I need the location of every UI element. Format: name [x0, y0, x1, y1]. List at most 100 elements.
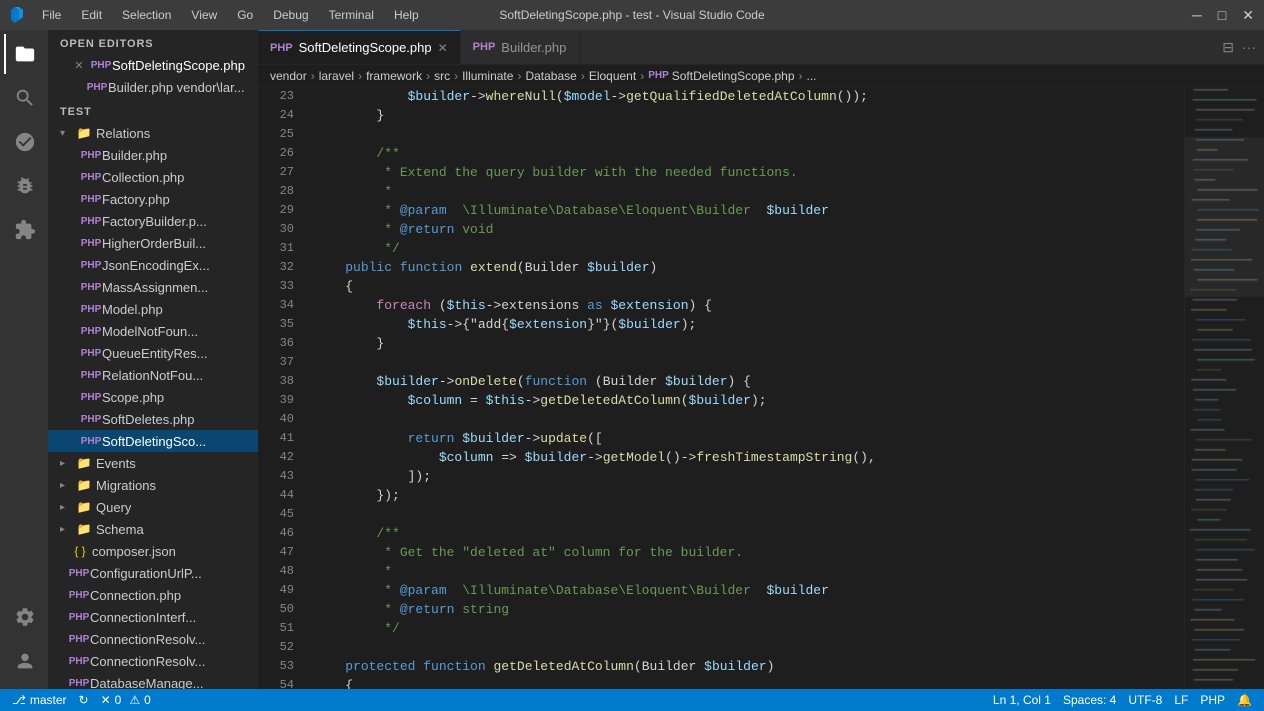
activity-extensions[interactable] — [4, 210, 44, 250]
file-higherorder[interactable]: PHP HigherOrderBuil... — [48, 232, 258, 254]
chevron-right-icon: ▸ — [60, 524, 72, 535]
close-icon[interactable]: ✕ — [72, 59, 86, 72]
file-factorybuilder[interactable]: PHP FactoryBuilder.p... — [48, 210, 258, 232]
breadcrumb-vendor[interactable]: vendor — [270, 69, 307, 83]
activity-search[interactable] — [4, 78, 44, 118]
spaces-text: Spaces: 4 — [1063, 693, 1116, 707]
code-content[interactable]: $builder->whereNull($model->getQualified… — [306, 87, 1184, 689]
file-composer[interactable]: { } composer.json — [48, 540, 258, 562]
open-editor-softdeleting[interactable]: ✕ PHP SoftDeletingScope.php — [48, 54, 258, 76]
breadcrumb-file[interactable]: PHP SoftDeletingScope.php — [648, 69, 794, 83]
file-connectioninterf[interactable]: PHP ConnectionInterf... — [48, 606, 258, 628]
file-softdeletes[interactable]: PHP SoftDeletes.php — [48, 408, 258, 430]
file-softdeletingscope[interactable]: PHP SoftDeletingSco... — [48, 430, 258, 452]
code-line: { — [314, 676, 1176, 689]
notifications-bell[interactable]: 🔔 — [1237, 693, 1252, 707]
file-connectionresolv2[interactable]: PHP ConnectionResolv... — [48, 650, 258, 672]
breadcrumb-database[interactable]: Database — [525, 69, 576, 83]
breadcrumb-src[interactable]: src — [434, 69, 450, 83]
folder-schema[interactable]: ▸ 📁 Schema — [48, 518, 258, 540]
error-count: 0 — [115, 693, 122, 707]
folder-relations[interactable]: ▾ 📁 Relations — [48, 122, 258, 144]
file-label: DatabaseManage... — [90, 676, 203, 690]
menu-terminal[interactable]: Terminal — [321, 6, 382, 24]
php-icon: PHP — [84, 390, 98, 404]
tab-softdeletingscope[interactable]: PHP SoftDeletingScope.php ✕ — [258, 30, 461, 64]
breadcrumb-framework[interactable]: framework — [366, 69, 422, 83]
file-factory[interactable]: PHP Factory.php — [48, 188, 258, 210]
breadcrumb-sep: › — [358, 69, 362, 83]
status-right: Ln 1, Col 1 Spaces: 4 UTF-8 LF PHP 🔔 — [993, 693, 1252, 707]
eol[interactable]: LF — [1174, 693, 1188, 707]
breadcrumb-eloquent[interactable]: Eloquent — [589, 69, 636, 83]
git-branch[interactable]: ⎇ master — [12, 693, 67, 707]
more-actions-icon[interactable]: ··· — [1242, 39, 1256, 55]
file-connection[interactable]: PHP Connection.php — [48, 584, 258, 606]
activity-debug[interactable] — [4, 166, 44, 206]
menu-go[interactable]: Go — [229, 6, 261, 24]
tab-empty-space — [581, 30, 1215, 64]
menu-debug[interactable]: Debug — [265, 6, 316, 24]
file-builder[interactable]: PHP Builder.php — [48, 144, 258, 166]
indentation[interactable]: Spaces: 4 — [1063, 693, 1116, 707]
code-line: }); — [314, 486, 1176, 505]
open-editor-builder[interactable]: PHP Builder.php vendor\lar... — [48, 76, 258, 98]
folder-migrations[interactable]: ▸ 📁 Migrations — [48, 474, 258, 496]
folder-query[interactable]: ▸ 📁 Query — [48, 496, 258, 518]
activity-account[interactable] — [4, 641, 44, 681]
file-jsonencoding[interactable]: PHP JsonEncodingEx... — [48, 254, 258, 276]
cursor-position[interactable]: Ln 1, Col 1 — [993, 693, 1051, 707]
tab-label: SoftDeletingScope.php — [299, 40, 432, 55]
file-model[interactable]: PHP Model.php — [48, 298, 258, 320]
file-databasemanage[interactable]: PHP DatabaseManage... — [48, 672, 258, 689]
file-massassignment[interactable]: PHP MassAssignmen... — [48, 276, 258, 298]
file-queueentity[interactable]: PHP QueueEntityRes... — [48, 342, 258, 364]
php-icon: PHP — [84, 368, 98, 382]
language-text: PHP — [1200, 693, 1225, 707]
line-numbers: 2324252627282930313233343536373839404142… — [258, 87, 306, 689]
code-line: $column => $builder->getModel()->freshTi… — [314, 448, 1176, 467]
minimize-button[interactable]: ─ — [1192, 7, 1202, 24]
git-icon: ⎇ — [12, 693, 26, 707]
breadcrumb-laravel[interactable]: laravel — [319, 69, 354, 83]
code-line: * @param \Illuminate\Database\Eloquent\B… — [314, 201, 1176, 220]
menu-file[interactable]: File — [34, 6, 69, 24]
json-icon: { } — [72, 543, 88, 559]
status-bar: ⎇ master ↻ ✕ 0 ⚠ 0 Ln 1, Col 1 Spaces: 4… — [0, 689, 1264, 711]
breadcrumb-sep: › — [517, 69, 521, 83]
tab-builder[interactable]: PHP Builder.php — [461, 30, 581, 64]
breadcrumb-sep: › — [581, 69, 585, 83]
breadcrumb-sep: › — [799, 69, 803, 83]
split-editor-icon[interactable]: ⊟ — [1222, 39, 1234, 56]
php-icon: PHP — [84, 434, 98, 448]
errors-status[interactable]: ✕ 0 ⚠ 0 — [101, 693, 151, 707]
tab-close-icon[interactable]: ✕ — [438, 41, 448, 55]
menu-view[interactable]: View — [183, 6, 225, 24]
activity-explorer[interactable] — [4, 34, 44, 74]
sync-icon-status[interactable]: ↻ — [79, 693, 89, 707]
sync-icon: ↻ — [79, 693, 89, 707]
menu-help[interactable]: Help — [386, 6, 427, 24]
folder-events[interactable]: ▸ 📁 Events — [48, 452, 258, 474]
code-line: $column = $this->getDeletedAtColumn($bui… — [314, 391, 1176, 410]
language-mode[interactable]: PHP — [1200, 693, 1225, 707]
file-scope[interactable]: PHP Scope.php — [48, 386, 258, 408]
file-label: SoftDeletingSco... — [102, 434, 206, 449]
breadcrumb-more[interactable]: ... — [807, 69, 817, 83]
activity-settings[interactable] — [4, 597, 44, 637]
menu-edit[interactable]: Edit — [73, 6, 110, 24]
file-configurl[interactable]: PHP ConfigurationUrlP... — [48, 562, 258, 584]
close-button[interactable]: ✕ — [1242, 7, 1254, 24]
activity-git[interactable] — [4, 122, 44, 162]
encoding[interactable]: UTF-8 — [1128, 693, 1162, 707]
file-relationnot[interactable]: PHP RelationNotFou... — [48, 364, 258, 386]
file-connectionresolv1[interactable]: PHP ConnectionResolv... — [48, 628, 258, 650]
php-icon: PHP — [72, 654, 86, 668]
menu-selection[interactable]: Selection — [114, 6, 179, 24]
maximize-button[interactable]: □ — [1218, 7, 1226, 24]
breadcrumb-sep: › — [640, 69, 644, 83]
file-collection[interactable]: PHP Collection.php — [48, 166, 258, 188]
code-line: * @return string — [314, 600, 1176, 619]
breadcrumb-illuminate[interactable]: Illuminate — [462, 69, 513, 83]
file-modelnotfound[interactable]: PHP ModelNotFoun... — [48, 320, 258, 342]
